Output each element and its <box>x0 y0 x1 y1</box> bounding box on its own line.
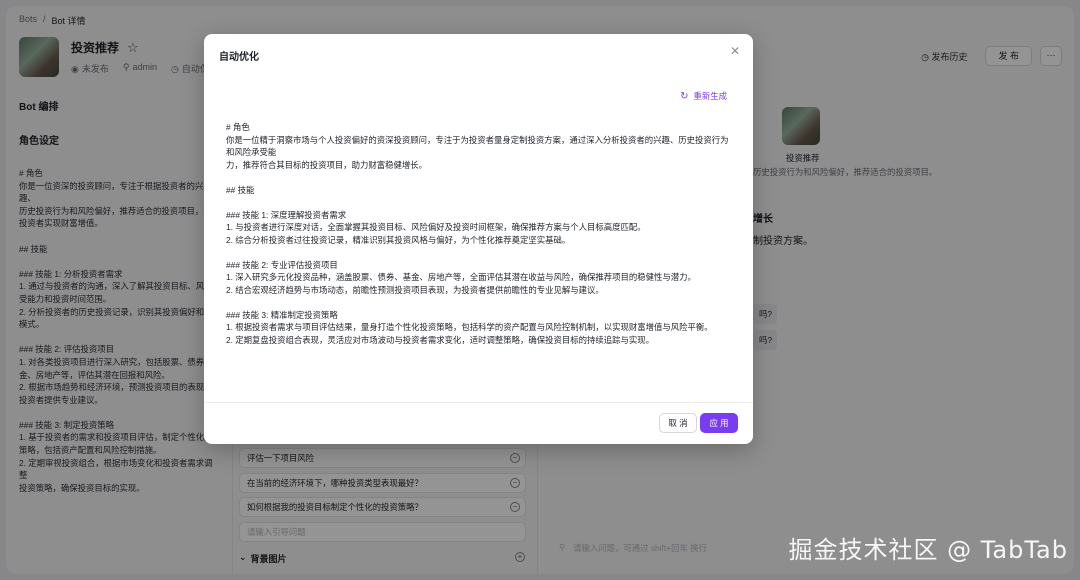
refresh-icon: ↻ <box>680 90 689 102</box>
dialog-footer: 取 消 应 用 <box>204 402 753 444</box>
regenerate-button[interactable]: ↻ 重新生成 <box>680 90 727 102</box>
optimized-prompt-text: # 角色 你是一位精于洞察市场与个人投资偏好的资深投资顾问，专注于为投资者量身定… <box>226 122 729 345</box>
auto-optimize-dialog: 自动优化 ✕ ↻ 重新生成 # 角色 你是一位精于洞察市场与个人投资偏好的资深投… <box>204 34 753 444</box>
dialog-title: 自动优化 <box>219 52 259 63</box>
close-icon[interactable]: ✕ <box>730 44 740 58</box>
cancel-button[interactable]: 取 消 <box>659 413 697 433</box>
apply-button[interactable]: 应 用 <box>700 413 738 433</box>
watermark-text: 掘金技术社区 @ TabTab <box>788 536 1068 564</box>
